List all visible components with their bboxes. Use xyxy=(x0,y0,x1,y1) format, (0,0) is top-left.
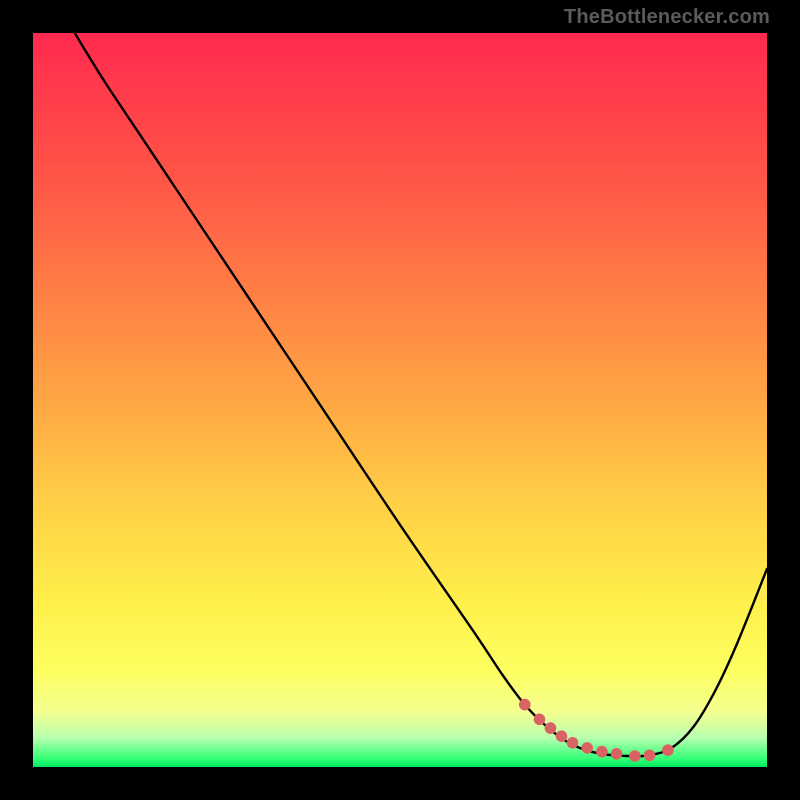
marker-dot xyxy=(567,737,579,749)
highlight-markers xyxy=(519,699,674,762)
marker-dot xyxy=(581,742,593,754)
curve-path xyxy=(75,33,767,756)
marker-dot xyxy=(629,750,641,762)
marker-dot xyxy=(519,699,531,711)
marker-dot xyxy=(662,744,674,756)
curve-layer xyxy=(33,33,767,767)
marker-dot xyxy=(556,730,568,742)
marker-dot xyxy=(611,748,623,760)
plot-area xyxy=(33,33,767,767)
marker-dot xyxy=(596,746,608,758)
marker-dot xyxy=(534,713,546,725)
chart-frame: TheBottlenecker.com xyxy=(0,0,800,800)
marker-dot xyxy=(644,749,656,761)
watermark-label: TheBottlenecker.com xyxy=(564,6,770,29)
bottleneck-curve xyxy=(75,33,767,756)
marker-dot xyxy=(545,722,557,734)
